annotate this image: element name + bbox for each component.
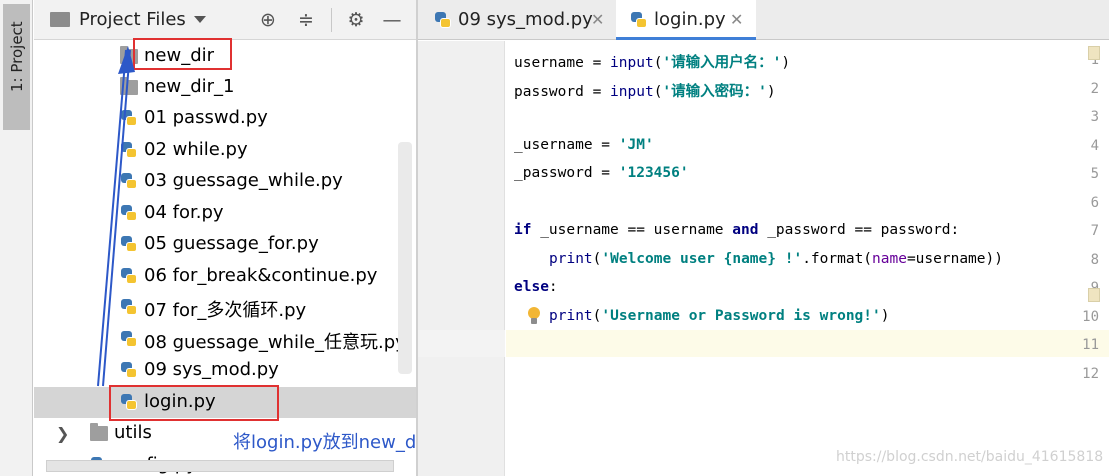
code-line-2[interactable]: password = input('请输入密码：') <box>514 80 776 101</box>
line-number: 12 <box>1082 366 1099 382</box>
line-number: 4 <box>1090 138 1099 154</box>
highlight-box-login <box>109 385 279 421</box>
warning-stripe-marker[interactable] <box>1088 288 1100 302</box>
tree-item-label: 07 for_多次循环.py <box>144 300 307 321</box>
tree-item-file[interactable]: 04 for.py <box>34 198 416 229</box>
vertical-scrollbar[interactable] <box>398 142 412 374</box>
locate-target-icon[interactable]: ⊕ <box>256 8 280 32</box>
python-file-icon <box>630 11 648 29</box>
python-file-icon <box>120 172 138 190</box>
folder-icon <box>90 423 108 441</box>
code-line-10[interactable]: print('Username or Password is wrong!') <box>549 308 889 324</box>
editor-tab-bar: 09 sys_mod.py ✕ login.py ✕ <box>418 0 1109 40</box>
tree-item-file[interactable]: 09 sys_mod.py <box>34 355 416 386</box>
code-line-4[interactable]: _username = 'JM' <box>514 137 654 153</box>
lightbulb-icon[interactable] <box>526 306 542 326</box>
chevron-right-icon[interactable]: ❯ <box>56 424 69 443</box>
line-number: 2 <box>1090 81 1099 97</box>
project-panel: Project Files ⊕ ≑ ⚙ — new_dir new_dir_1 … <box>34 0 483 476</box>
folder-icon <box>120 77 138 95</box>
python-file-icon <box>434 11 452 29</box>
project-panel-header: Project Files ⊕ ≑ ⚙ — <box>34 0 416 40</box>
close-icon[interactable]: ✕ <box>730 10 743 29</box>
folder-icon <box>50 12 70 27</box>
tree-item-label: 02 while.py <box>144 139 248 160</box>
code-line-7[interactable]: if _username == username and _password =… <box>514 222 959 238</box>
line-number: 6 <box>1090 195 1099 211</box>
line-number: 7 <box>1090 223 1099 239</box>
project-view-title[interactable]: Project Files <box>79 9 186 30</box>
close-icon[interactable]: ✕ <box>591 10 604 29</box>
gear-icon[interactable]: ⚙ <box>344 8 368 32</box>
tree-item-file[interactable]: 08 guessage_while_任意玩.py <box>34 324 416 355</box>
tree-item-label: new_dir_1 <box>144 76 235 97</box>
chevron-down-icon[interactable] <box>194 16 206 23</box>
tree-item-file[interactable]: 06 for_break&continue.py <box>34 261 416 292</box>
tree-item-label: utils <box>114 422 152 443</box>
analysis-marker[interactable] <box>1088 46 1100 60</box>
tree-item-label: 04 for.py <box>144 202 224 223</box>
python-file-icon <box>120 298 138 316</box>
code-line-5[interactable]: _password = '123456' <box>514 165 689 181</box>
tree-item-file[interactable]: 07 for_多次循环.py <box>34 292 416 323</box>
tab-label: login.py <box>654 9 726 30</box>
code-line-1[interactable]: username = input('请输入用户名：') <box>514 51 790 72</box>
python-file-icon <box>120 267 138 285</box>
python-file-icon <box>120 330 138 348</box>
line-number: 8 <box>1090 252 1099 268</box>
tab-09-sys-mod[interactable]: 09 sys_mod.py ✕ <box>418 0 614 40</box>
line-number-gutter <box>418 41 505 476</box>
tree-item-label: 05 guessage_for.py <box>144 233 319 254</box>
tool-window-stripe: 1: Project <box>0 0 33 476</box>
python-file-icon <box>120 141 138 159</box>
python-file-icon <box>120 235 138 253</box>
python-file-icon <box>120 361 138 379</box>
header-divider <box>331 8 332 32</box>
code-line-8[interactable]: print('Welcome user {name} !'.format(nam… <box>549 251 1003 267</box>
current-line-highlight <box>506 330 1109 357</box>
project-tool-tab[interactable]: 1: Project <box>3 4 30 130</box>
hide-panel-icon[interactable]: — <box>380 8 404 32</box>
line-number: 3 <box>1090 109 1099 125</box>
tree-item-label: 06 for_break&continue.py <box>144 265 378 286</box>
tree-item-new-dir-1[interactable]: new_dir_1 <box>34 72 416 103</box>
tab-label: 09 sys_mod.py <box>458 9 593 30</box>
tree-item-label: 08 guessage_while_任意玩.py <box>144 332 406 353</box>
python-file-icon <box>120 204 138 222</box>
line-number: 11 <box>1082 337 1099 353</box>
watermark: https://blog.csdn.net/baidu_41615818 <box>836 449 1104 465</box>
project-tool-tab-label: 1: Project <box>8 21 26 92</box>
tree-item-label: 03 guessage_while.py <box>144 170 343 191</box>
tree-item-label: 09 sys_mod.py <box>144 359 279 380</box>
tree-item-file[interactable]: 03 guessage_while.py <box>34 166 416 197</box>
python-file-icon <box>120 109 138 127</box>
collapse-all-icon[interactable]: ≑ <box>294 8 318 32</box>
tree-item-file[interactable]: 01 passwd.py <box>34 103 416 134</box>
current-line-gutter <box>418 330 505 357</box>
editor-area: 09 sys_mod.py ✕ login.py ✕ 1 2 3 4 5 6 7… <box>418 0 1109 476</box>
horizontal-scrollbar[interactable] <box>46 460 394 472</box>
code-line-9[interactable]: else: <box>514 279 558 295</box>
tab-login[interactable]: login.py ✕ <box>616 0 756 40</box>
line-number: 5 <box>1090 166 1099 182</box>
tree-item-file[interactable]: 05 guessage_for.py <box>34 229 416 260</box>
line-number: 10 <box>1082 309 1099 325</box>
highlight-box-new-dir <box>133 38 232 70</box>
tree-item-file[interactable]: 02 while.py <box>34 135 416 166</box>
tree-item-label: 01 passwd.py <box>144 107 268 128</box>
